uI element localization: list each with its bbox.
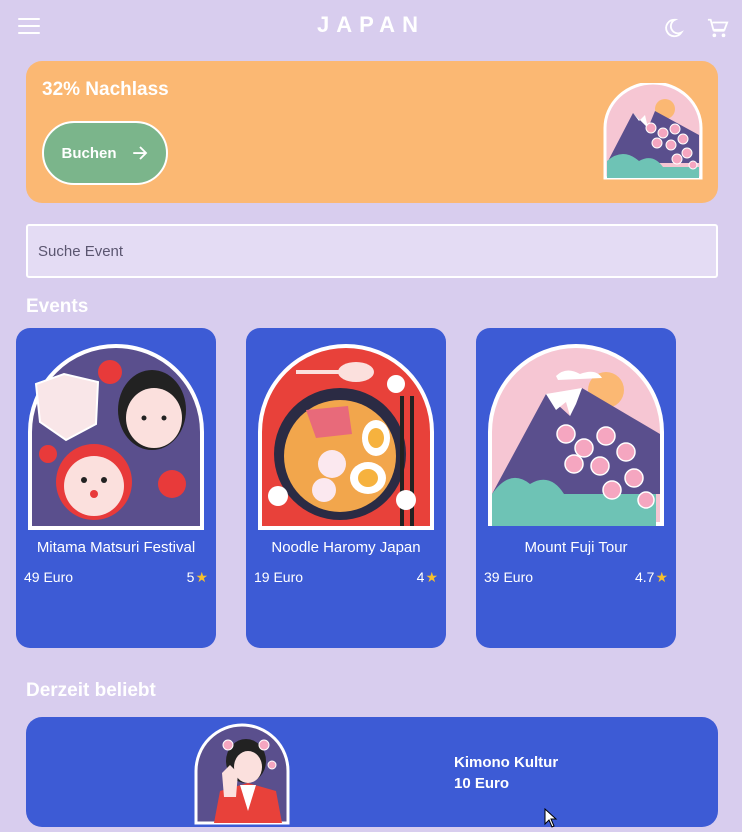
mount-fuji-thumbnail bbox=[603, 83, 703, 180]
rating-value: 4.7 bbox=[634, 569, 655, 585]
book-button-label: Buchen bbox=[61, 144, 117, 162]
promo-title: 32% Nachlass bbox=[42, 79, 169, 100]
book-button[interactable]: Buchen bbox=[42, 121, 168, 185]
event-price: 19 Euro bbox=[254, 569, 304, 585]
rating-value: 4 bbox=[416, 569, 425, 585]
event-card[interactable]: Noodle Haromy Japan 19 Euro 4★ bbox=[246, 328, 446, 648]
kimono-image bbox=[194, 723, 290, 825]
popular-item-card[interactable]: Kimono Kultur 10 Euro bbox=[26, 717, 718, 827]
event-price: 39 Euro bbox=[484, 569, 534, 585]
search-input[interactable] bbox=[26, 224, 718, 278]
star-icon: ★ bbox=[655, 569, 668, 585]
event-name: Mount Fuji Tour bbox=[524, 539, 628, 556]
popular-item-price: 10 Euro bbox=[454, 775, 510, 792]
moon-icon[interactable] bbox=[662, 17, 684, 39]
app-title: JAPAN bbox=[317, 12, 425, 37]
event-rating: 4★ bbox=[417, 569, 438, 586]
app-bar: JAPAN bbox=[0, 0, 742, 56]
noodle-bowl-image bbox=[258, 344, 434, 530]
event-card[interactable]: Mitama Matsuri Festival 49 Euro 5★ bbox=[16, 328, 216, 648]
popular-heading: Derzeit beliebt bbox=[26, 680, 156, 701]
event-rating: 4.7★ bbox=[635, 569, 668, 586]
festival-masks-image bbox=[28, 344, 204, 530]
popular-item-name: Kimono Kultur bbox=[454, 754, 559, 771]
event-name: Noodle Haromy Japan bbox=[271, 539, 421, 556]
mount-fuji-image bbox=[488, 344, 664, 526]
events-heading: Events bbox=[26, 296, 89, 317]
star-icon: ★ bbox=[195, 569, 208, 585]
star-icon: ★ bbox=[425, 569, 438, 585]
arrow-right-icon bbox=[132, 146, 147, 160]
event-name: Mitama Matsuri Festival bbox=[36, 539, 196, 556]
event-card[interactable]: Mount Fuji Tour 39 Euro 4.7★ bbox=[476, 328, 676, 648]
mouse-cursor-icon bbox=[544, 808, 558, 828]
rating-value: 5 bbox=[186, 569, 195, 585]
promo-banner: 32% Nachlass Buchen bbox=[26, 61, 718, 203]
cart-icon[interactable] bbox=[706, 17, 730, 39]
event-rating: 5★ bbox=[187, 569, 208, 586]
event-price: 49 Euro bbox=[24, 569, 74, 585]
